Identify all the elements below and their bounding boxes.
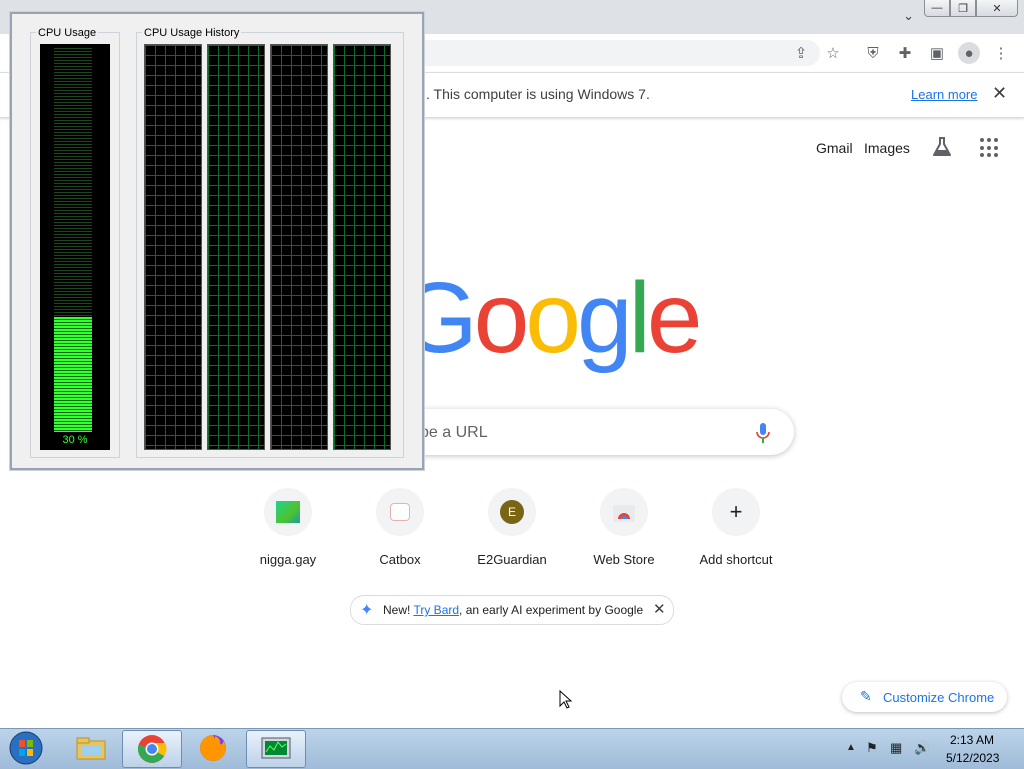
shortcut-tile[interactable]: Catbox <box>344 486 456 586</box>
shortcut-label: Catbox <box>379 552 421 567</box>
google-logo: Google <box>400 268 702 368</box>
clock-time[interactable]: 2:13 AM <box>950 733 994 747</box>
catbox-favicon <box>376 488 424 536</box>
tab-search-chevron-icon[interactable]: ⌄ <box>903 8 914 24</box>
side-panel-icon[interactable]: ▣ <box>926 42 948 64</box>
restore-button[interactable]: ❐ <box>950 0 976 17</box>
task-manager-icon[interactable] <box>246 730 306 768</box>
menu-kebab-icon[interactable]: ⋮ <box>990 42 1012 64</box>
gmail-link[interactable]: Gmail <box>816 140 853 156</box>
firefox-icon[interactable] <box>184 730 242 766</box>
cpu-history-graph <box>207 44 265 450</box>
cpu-history-graph <box>144 44 202 450</box>
green-square-favicon <box>264 488 312 536</box>
cpu-usage-fill <box>54 317 92 432</box>
images-link[interactable]: Images <box>864 140 910 156</box>
logo-letter: o <box>473 262 530 374</box>
windows-explorer-icon[interactable] <box>62 730 120 766</box>
cpu-usage-label: CPU Usage <box>36 27 99 39</box>
learn-more-link[interactable]: Learn more <box>911 87 977 102</box>
mouse-cursor-icon <box>559 690 573 709</box>
shortcut-label: Add shortcut <box>699 552 773 567</box>
network-icon[interactable]: ▦ <box>890 740 902 756</box>
cpu-usage-meter <box>40 44 110 450</box>
logo-letter: o <box>525 262 581 374</box>
shortcut-tile[interactable]: Web Store <box>568 486 680 586</box>
start-orb[interactable] <box>4 730 48 766</box>
extensions-puzzle-icon[interactable]: ✚ <box>894 42 916 64</box>
try-bard-link[interactable]: Try Bard <box>413 603 459 617</box>
shortcut-label: nigga.gay <box>259 552 317 567</box>
share-icon[interactable]: ⇪ <box>790 42 812 64</box>
cpu-history-graph <box>270 44 328 450</box>
show-hidden-icons-arrow-icon[interactable]: ▲ <box>846 742 856 753</box>
chrome-icon[interactable] <box>122 730 182 768</box>
logo-letter: g <box>577 262 633 374</box>
logo-letter: e <box>646 262 703 374</box>
infobar-message: . This computer is using Windows 7. <box>426 86 650 102</box>
profile-avatar-icon[interactable]: ● <box>958 42 980 64</box>
close-window-button[interactable]: ✕ <box>976 0 1018 17</box>
customize-chrome-label: Customize Chrome <box>883 690 995 705</box>
google-apps-icon[interactable] <box>980 138 1000 158</box>
action-center-flag-icon[interactable]: ⚑ <box>866 740 878 756</box>
bard-promo-text: New! Try Bard, an early AI experiment by… <box>383 603 644 617</box>
clock-date[interactable]: 5/12/2023 <box>946 751 999 765</box>
pencil-icon: ✎ <box>860 688 872 704</box>
minimize-button[interactable]: — <box>924 0 950 17</box>
cpu-history-label: CPU Usage History <box>142 27 242 39</box>
logo-letter: l <box>628 262 651 374</box>
shortcut-label: E2Guardian <box>477 552 547 567</box>
plus-icon: + <box>712 488 760 536</box>
volume-icon[interactable]: 🔊 <box>914 740 930 756</box>
voice-search-mic-icon[interactable] <box>756 422 770 444</box>
shortcut-label: Web Store <box>593 552 655 567</box>
cpu-history-graph <box>333 44 391 450</box>
chrome-web-store-icon <box>600 488 648 536</box>
window-controls: — ❐ ✕ <box>924 0 1018 18</box>
cpu-usage-percent: 30 % <box>62 434 88 446</box>
letter-e-favicon: E <box>488 488 536 536</box>
bookmark-star-icon[interactable]: ☆ <box>822 42 844 64</box>
shortcut-tile[interactable]: E E2Guardian <box>456 486 568 586</box>
task-manager-cpu-widget: CPU Usage 30 % CPU Usage History <box>10 12 424 470</box>
shortcut-tile[interactable]: nigga.gay <box>232 486 344 586</box>
infobar-close-icon[interactable]: ✕ <box>992 83 1007 104</box>
add-shortcut-tile[interactable]: + Add shortcut <box>680 486 792 586</box>
bard-sparkle-icon: ✦ <box>360 602 374 619</box>
bard-close-icon[interactable]: ✕ <box>653 600 666 618</box>
ublock-shield-icon[interactable]: ⛨ <box>862 42 884 64</box>
labs-flask-icon[interactable] <box>930 135 954 159</box>
